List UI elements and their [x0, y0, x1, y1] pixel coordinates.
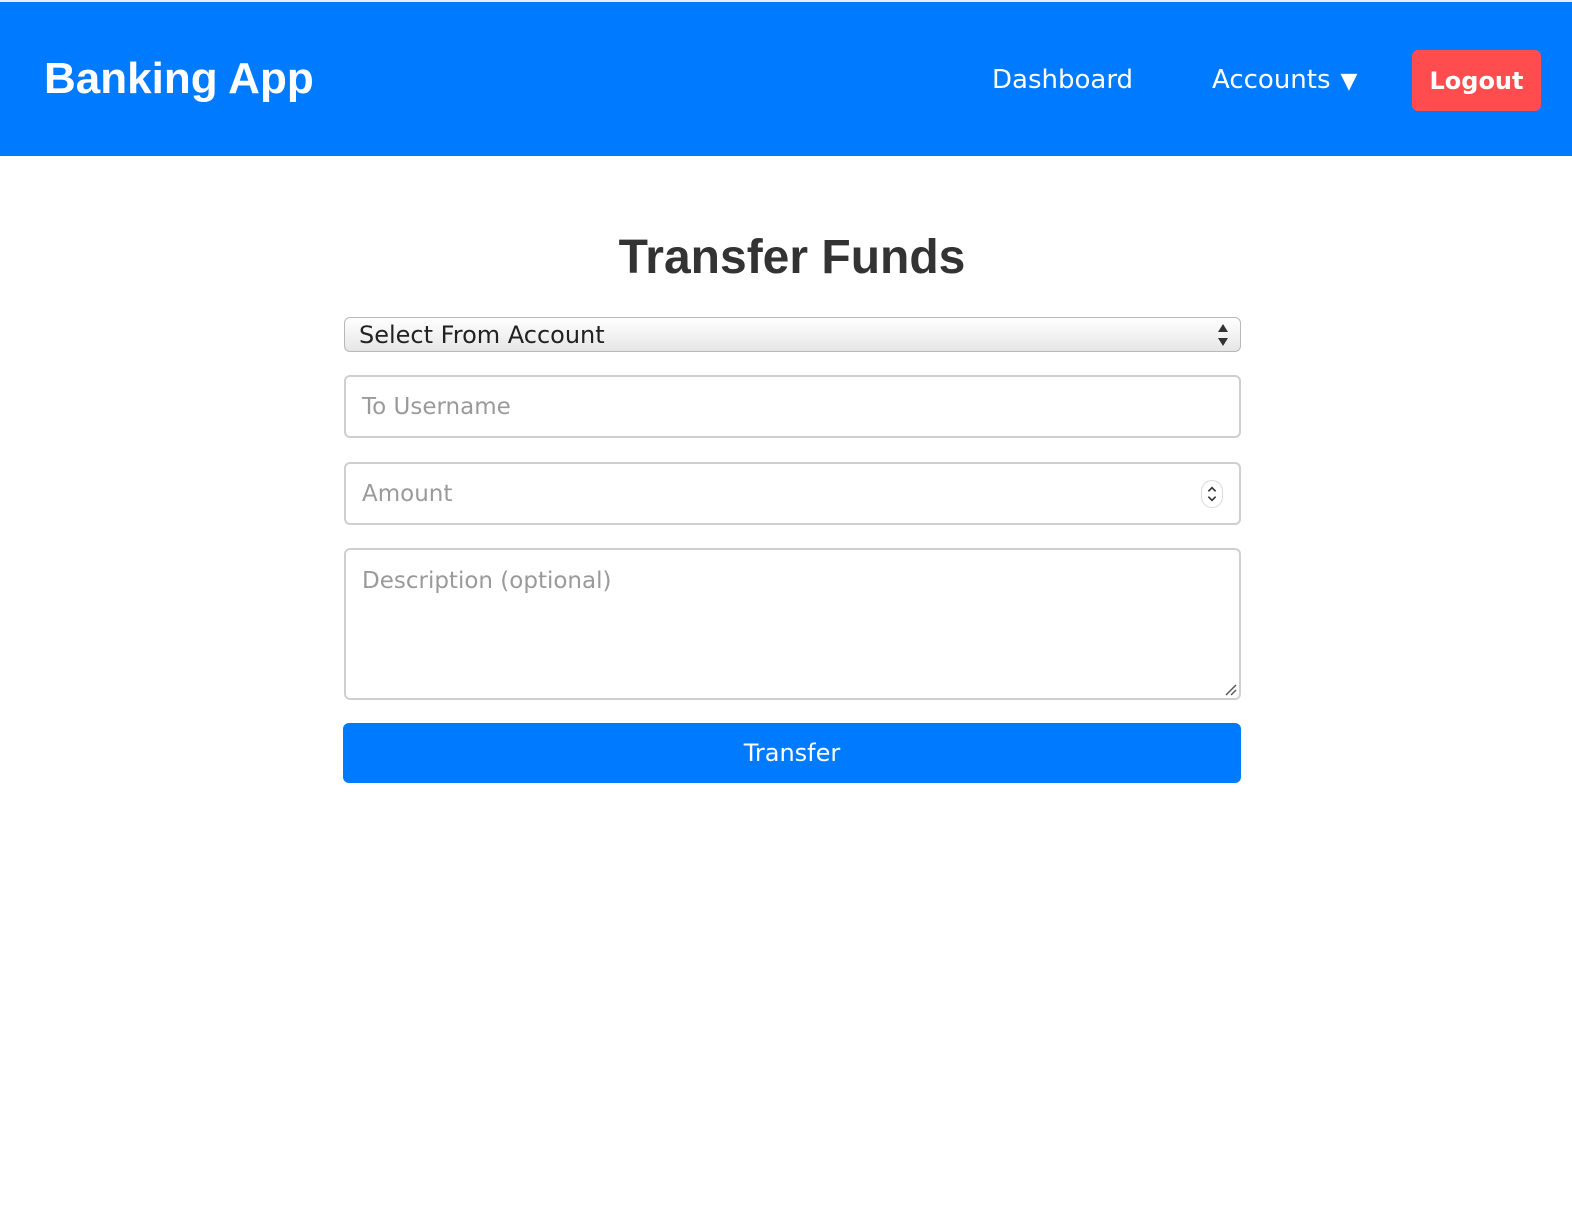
amount-input[interactable]: Amount — [344, 462, 1241, 525]
navbar: Banking App Dashboard Accounts ▼ Logout — [0, 0, 1572, 156]
logout-button[interactable]: Logout — [1412, 50, 1541, 111]
nav-link-label: Dashboard — [992, 65, 1134, 95]
transfer-button[interactable]: Transfer — [343, 723, 1241, 783]
number-spinner-icon[interactable] — [1201, 480, 1223, 508]
nav-dropdown-accounts[interactable]: Accounts ▼ — [1212, 62, 1357, 100]
up-down-arrows-icon — [1218, 324, 1228, 346]
amount-placeholder: Amount — [362, 481, 453, 507]
brand-logo-text[interactable]: Banking App — [44, 54, 314, 104]
to-username-input[interactable]: To Username — [344, 375, 1241, 438]
caret-down-icon: ▼ — [1340, 69, 1358, 94]
to-username-placeholder: To Username — [362, 394, 511, 420]
description-textarea[interactable]: Description (optional) — [344, 548, 1241, 700]
from-account-select[interactable]: Select From Account — [344, 317, 1241, 352]
page-title: Transfer Funds — [618, 231, 966, 284]
nav-link-dashboard[interactable]: Dashboard — [992, 62, 1133, 98]
description-placeholder: Description (optional) — [362, 568, 612, 594]
select-value: Select From Account — [359, 321, 605, 349]
nav-link-label: Accounts — [1212, 65, 1331, 95]
resize-handle-icon[interactable] — [1223, 682, 1237, 696]
